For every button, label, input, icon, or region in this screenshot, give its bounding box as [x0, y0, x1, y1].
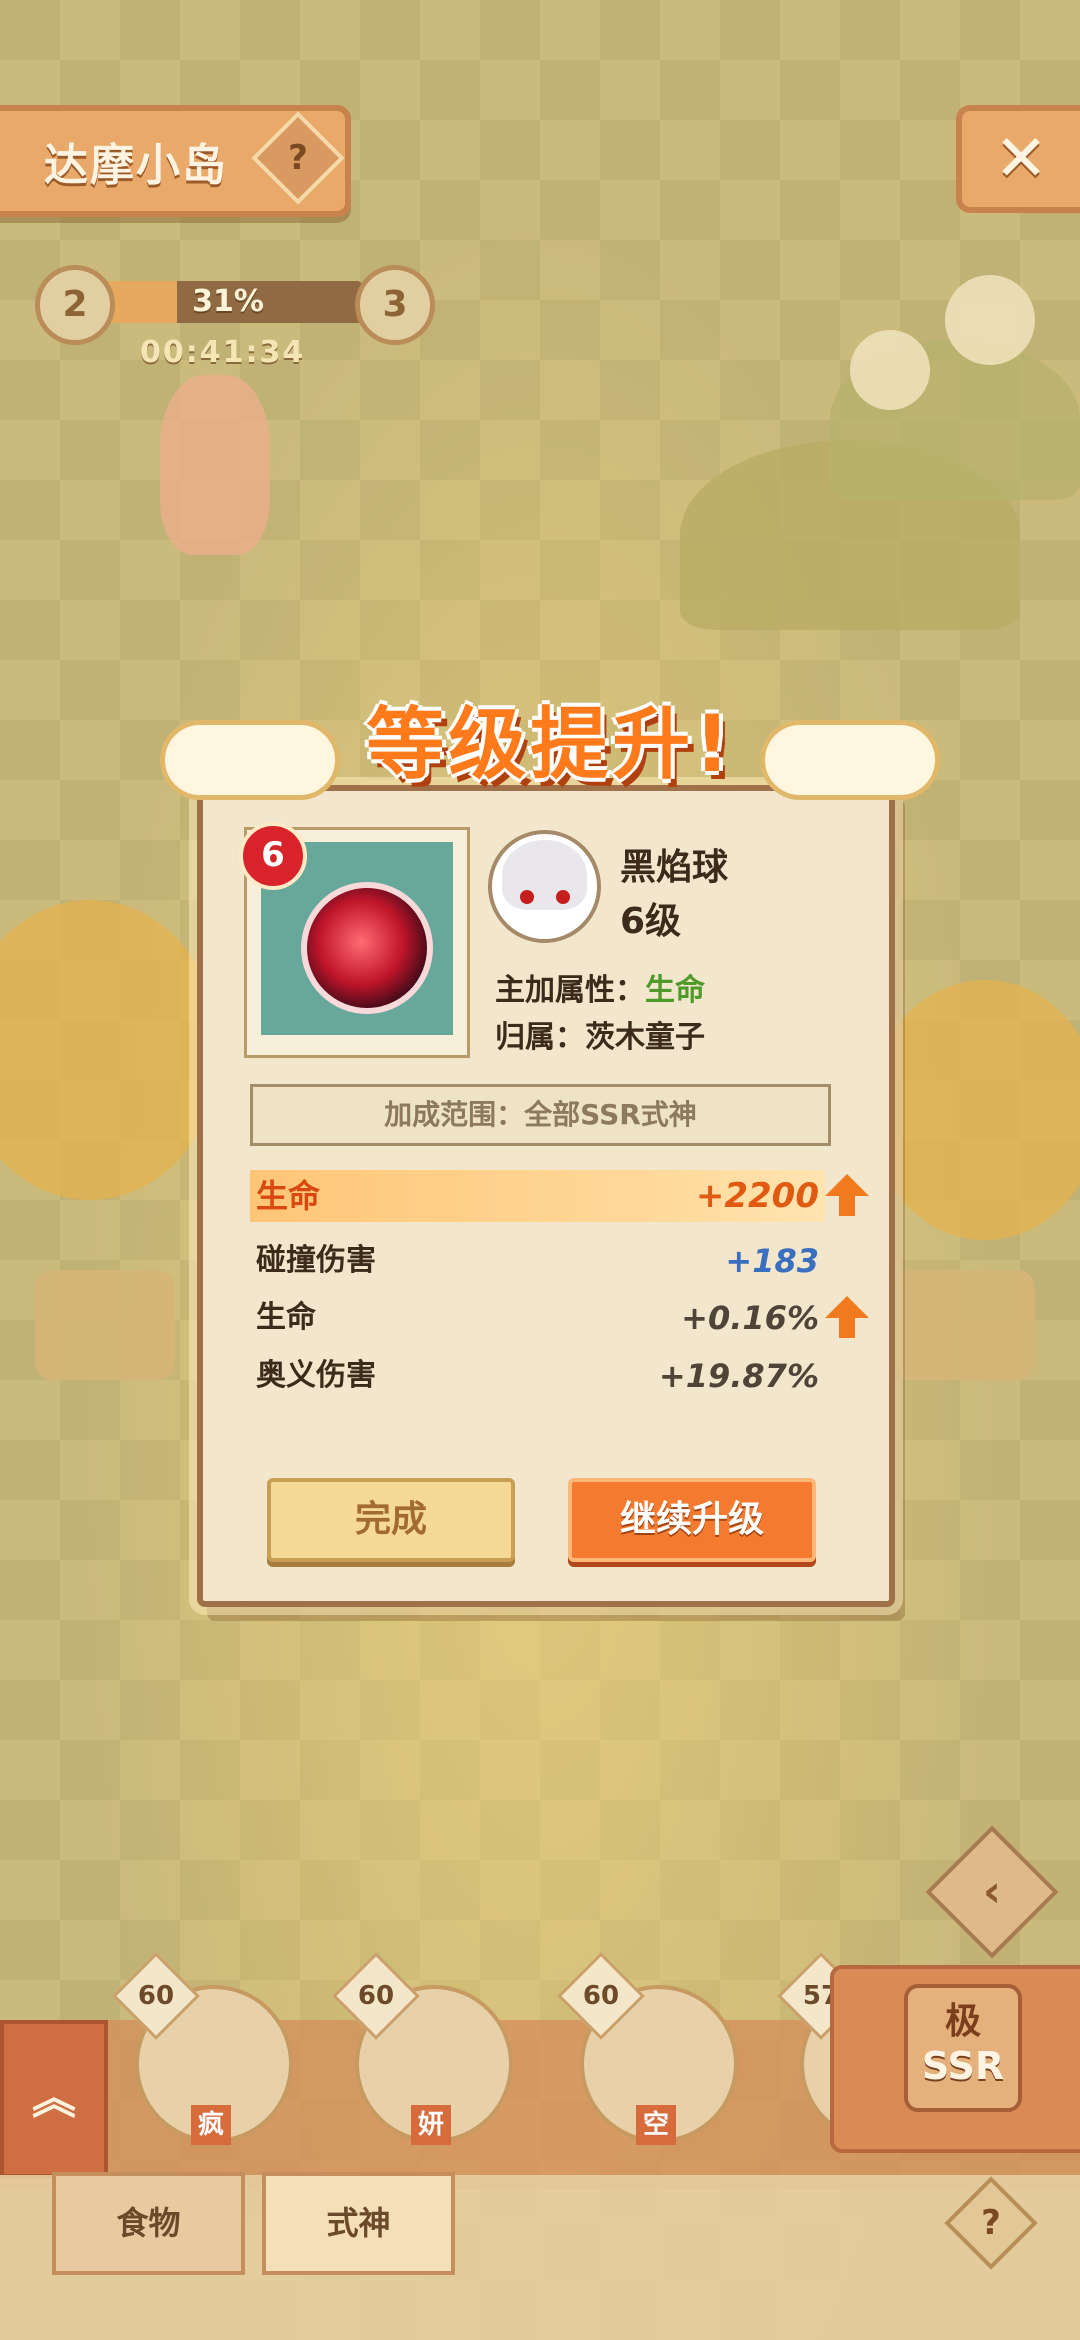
- expand-roster-button[interactable]: ︽: [0, 2020, 108, 2178]
- close-button[interactable]: ✕: [956, 105, 1080, 213]
- up-arrow-icon: [825, 1296, 869, 1338]
- stat-name: 碰撞伤害: [256, 1243, 376, 1278]
- owner-value: 茨木童子: [585, 1020, 705, 1055]
- stat-row: 生命 +2200: [250, 1170, 869, 1222]
- ssr-emblem: 极 SSR: [904, 1984, 1022, 2112]
- stat-name: 生命: [256, 1177, 321, 1215]
- stat-value: +2200: [695, 1176, 819, 1216]
- banner-body: 等级提升!: [290, 690, 810, 800]
- unit-tag: 疯: [191, 2105, 231, 2145]
- island-name: 达摩小岛: [44, 140, 228, 191]
- island-name-tag: 达摩小岛 ?: [0, 105, 351, 217]
- main-attribute-label: 主加属性：: [495, 973, 645, 1008]
- level-up-banner: 等级提升!: [160, 690, 940, 808]
- unit-tag: 空: [636, 2105, 676, 2145]
- ssr-label: SSR: [921, 2044, 1005, 2088]
- stat-row: 生命 +0.16%: [250, 1292, 869, 1344]
- unit-tag: 妍: [411, 2105, 451, 2145]
- stat-row: 碰撞伤害 +183: [250, 1235, 825, 1287]
- roster-unit[interactable]: 60 空: [557, 1952, 738, 2165]
- close-icon: ✕: [994, 122, 1048, 196]
- next-level: 3: [355, 265, 435, 345]
- roster-unit[interactable]: 60 疯: [112, 1952, 293, 2165]
- chevron-left-icon: ‹: [982, 1866, 1002, 1917]
- owner-avatar: [488, 830, 601, 943]
- unit-level: 60: [582, 1981, 620, 2011]
- tab-food[interactable]: 食物: [52, 2172, 245, 2275]
- continue-upgrade-button[interactable]: 继续升级: [568, 1478, 816, 1562]
- ssr-top-label: 极: [944, 2001, 981, 2042]
- stat-value: +0.16%: [681, 1299, 819, 1337]
- island-help-button[interactable]: ?: [251, 111, 345, 205]
- progress-percent: 31%: [192, 284, 264, 319]
- ssr-filter-button[interactable]: 极 SSR: [830, 1965, 1080, 2153]
- unit-level: 60: [137, 1981, 175, 2011]
- chevron-up-icon: ︽: [32, 2073, 76, 2124]
- main-attribute-value: 生命: [645, 973, 705, 1008]
- avatar-eyes: [520, 890, 570, 904]
- question-icon: ?: [981, 2203, 1001, 2243]
- item-level-badge: 6: [239, 822, 307, 890]
- progress-track: 31%: [93, 281, 363, 323]
- question-icon: ?: [288, 138, 308, 178]
- stat-value: +19.87%: [658, 1357, 819, 1395]
- owner-label: 归属：: [495, 1020, 585, 1055]
- stat-name: 奥义伤害: [256, 1358, 376, 1393]
- dialog-title: 等级提升!: [366, 700, 734, 790]
- unit-level: 60: [357, 1981, 395, 2011]
- main-attribute: 主加属性：生命: [495, 965, 705, 1009]
- stat-row: 奥义伤害 +19.87%: [250, 1350, 825, 1402]
- stat-name: 生命: [256, 1300, 316, 1335]
- stat-value: +183: [725, 1242, 819, 1280]
- island-progress: 31% 2 3: [35, 265, 435, 345]
- current-level: 2: [35, 265, 115, 345]
- bonus-range: 加成范围：全部SSR式神: [250, 1084, 831, 1146]
- tab-shikigami[interactable]: 式神: [262, 2172, 455, 2275]
- roster-unit[interactable]: 60 妍: [332, 1952, 513, 2165]
- done-button[interactable]: 完成: [267, 1478, 515, 1562]
- owner: 归属：茨木童子: [495, 1012, 705, 1056]
- black-flame-orb-icon: [301, 882, 433, 1014]
- item-name: 黑焰球: [620, 847, 729, 888]
- item-card[interactable]: 6: [239, 822, 470, 1058]
- item-level: 6级: [620, 901, 682, 942]
- up-arrow-icon: [825, 1174, 869, 1216]
- progress-timer: 00:41:34: [140, 335, 306, 370]
